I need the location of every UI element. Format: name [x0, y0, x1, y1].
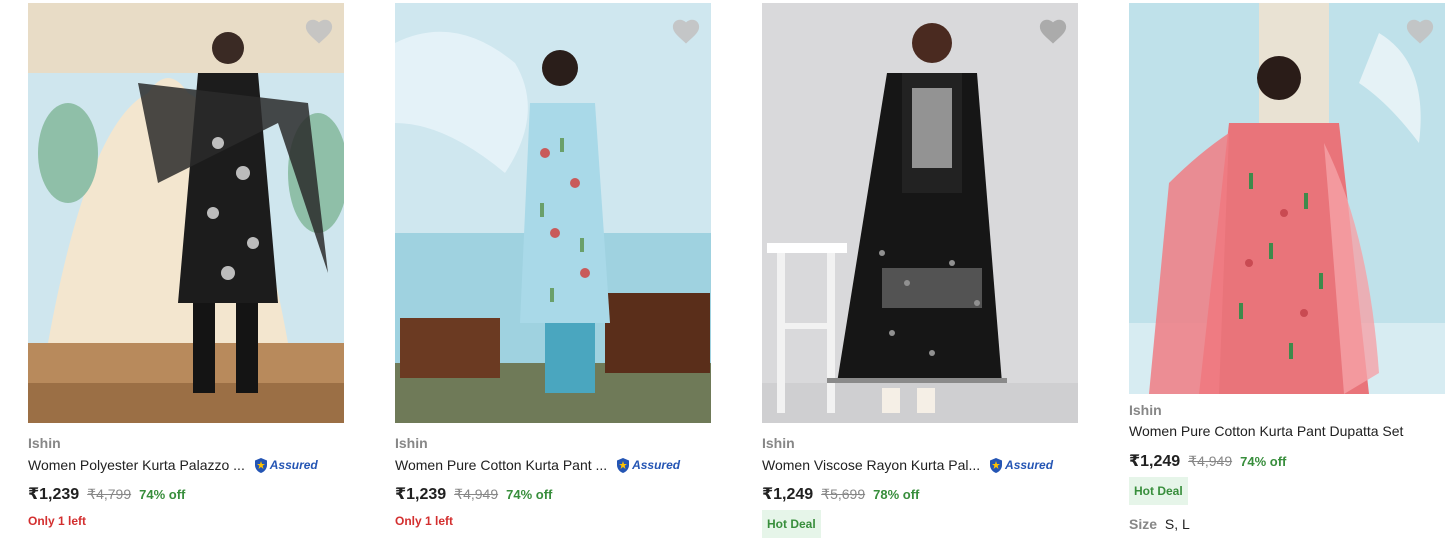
selling-price: ₹1,239 — [28, 486, 80, 503]
selling-price: ₹1,239 — [395, 486, 447, 503]
product-card-3[interactable]: Ishin Women Viscose Rayon Kurta Pal... A… — [762, 0, 1078, 538]
wishlist-heart-icon[interactable] — [304, 17, 334, 45]
product-image[interactable] — [762, 3, 1078, 423]
original-price: ₹4,799 — [87, 486, 132, 502]
product-card-2[interactable]: Ishin Women Pure Cotton Kurta Pant ... A… — [395, 0, 711, 528]
assured-badge: Assured — [615, 457, 680, 474]
product-photo — [1129, 3, 1445, 394]
product-title-text[interactable]: Women Polyester Kurta Palazzo ... — [28, 457, 245, 473]
assured-shield-icon — [617, 457, 630, 473]
product-image[interactable] — [395, 3, 711, 423]
assured-label: Assured — [632, 458, 681, 473]
assured-shield-icon — [990, 457, 1003, 473]
assured-badge: Assured — [253, 457, 318, 474]
product-photo — [28, 3, 344, 423]
hot-deal-badge: Hot Deal — [1129, 477, 1188, 505]
stock-note: Only 1 left — [28, 514, 87, 528]
product-title[interactable]: Women Pure Cotton Kurta Pant Dupatta Set — [1129, 423, 1403, 439]
product-brand: Ishin — [762, 435, 795, 451]
selling-price: ₹1,249 — [762, 486, 814, 503]
size-values: S, L — [1164, 516, 1190, 532]
price-row: ₹1,249 ₹5,699 78% off — [762, 484, 919, 504]
product-image[interactable] — [1129, 3, 1445, 394]
product-title-text[interactable]: Women Pure Cotton Kurta Pant Dupatta Set — [1129, 423, 1403, 439]
assured-shield-icon — [254, 457, 267, 473]
wishlist-heart-icon[interactable] — [671, 17, 701, 45]
product-photo — [395, 3, 711, 423]
discount-percent: 78% off — [873, 487, 920, 502]
product-photo — [762, 3, 1078, 423]
stock-note: Only 1 left — [395, 514, 454, 528]
price-row: ₹1,239 ₹4,799 74% off — [28, 484, 185, 504]
hot-deal-badge: Hot Deal — [762, 510, 821, 538]
product-brand: Ishin — [395, 435, 428, 451]
price-row: ₹1,249 ₹4,949 74% off — [1129, 451, 1286, 471]
product-title[interactable]: Women Viscose Rayon Kurta Pal... Assured — [762, 456, 1053, 474]
original-price: ₹4,949 — [1188, 453, 1233, 469]
product-title-text[interactable]: Women Viscose Rayon Kurta Pal... — [762, 457, 980, 473]
product-title-text[interactable]: Women Pure Cotton Kurta Pant ... — [395, 457, 607, 473]
product-title[interactable]: Women Pure Cotton Kurta Pant ... Assured — [395, 456, 680, 474]
discount-percent: 74% off — [139, 487, 186, 502]
product-image[interactable] — [28, 3, 344, 423]
product-brand: Ishin — [1129, 402, 1162, 418]
assured-label: Assured — [1005, 458, 1054, 473]
wishlist-heart-icon[interactable] — [1405, 17, 1435, 45]
assured-label: Assured — [269, 458, 318, 473]
discount-percent: 74% off — [1240, 454, 1287, 469]
price-row: ₹1,239 ₹4,949 74% off — [395, 484, 552, 504]
discount-percent: 74% off — [506, 487, 553, 502]
size-info: Size S, L — [1129, 516, 1190, 532]
assured-badge: Assured — [988, 457, 1053, 474]
product-title[interactable]: Women Polyester Kurta Palazzo ... Assure… — [28, 456, 318, 474]
product-card-1[interactable]: Ishin Women Polyester Kurta Palazzo ... … — [28, 0, 344, 528]
size-label: Size — [1129, 516, 1158, 532]
wishlist-heart-icon[interactable] — [1038, 17, 1068, 45]
product-card-4[interactable]: Ishin Women Pure Cotton Kurta Pant Dupat… — [1129, 0, 1445, 532]
product-brand: Ishin — [28, 435, 61, 451]
original-price: ₹5,699 — [821, 486, 866, 502]
selling-price: ₹1,249 — [1129, 453, 1181, 470]
original-price: ₹4,949 — [454, 486, 499, 502]
